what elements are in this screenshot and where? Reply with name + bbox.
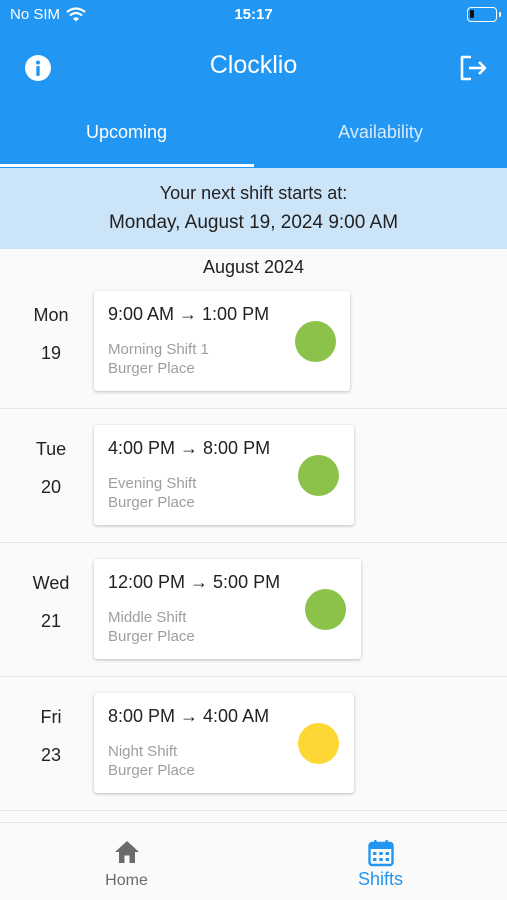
app-title: Clocklio bbox=[209, 51, 298, 79]
shift-day-number: 23 bbox=[40, 745, 62, 765]
tab-availability[interactable]: Availability bbox=[254, 122, 507, 143]
shift-row: Mon 19 9:00 AM → 1:00 PM Morning Shift 1… bbox=[0, 275, 507, 409]
next-shift-label: Your next shift starts at: bbox=[159, 183, 348, 203]
shift-time: 8:00 PM → 4:00 AM bbox=[108, 706, 270, 726]
status-time: 15:17 bbox=[234, 6, 273, 23]
app-header: No SIM 15:17 Clocklio Upcoming Availabil… bbox=[0, 0, 507, 168]
shift-time: 9:00 AM → 1:00 PM bbox=[108, 304, 270, 324]
shift-time: 4:00 PM → 8:00 PM bbox=[108, 438, 271, 458]
shift-day-number: 20 bbox=[40, 477, 62, 497]
shift-card[interactable]: 8:00 PM → 4:00 AM Night Shift Burger Pla… bbox=[94, 693, 354, 793]
bottom-navigation: Home Shifts bbox=[0, 822, 507, 900]
shift-place: Burger Place bbox=[108, 494, 195, 511]
nav-home[interactable]: Home bbox=[0, 823, 253, 900]
shift-place: Burger Place bbox=[108, 628, 195, 645]
logout-button[interactable] bbox=[457, 52, 489, 84]
battery-level bbox=[470, 10, 474, 18]
shift-status-indicator bbox=[295, 321, 336, 362]
shift-name: Morning Shift 1 bbox=[108, 341, 209, 358]
shift-card[interactable]: 9:00 AM → 1:00 PM Morning Shift 1 Burger… bbox=[94, 291, 350, 391]
shift-card[interactable]: 12:00 PM → 5:00 PM Middle Shift Burger P… bbox=[94, 559, 361, 659]
shift-day-number: 21 bbox=[40, 611, 62, 631]
logout-icon bbox=[460, 55, 487, 81]
shift-weekday: Tue bbox=[35, 439, 67, 459]
shift-row: Tue 20 4:00 PM → 8:00 PM Evening Shift B… bbox=[0, 409, 507, 543]
calendar-icon bbox=[367, 840, 394, 867]
tab-upcoming[interactable]: Upcoming bbox=[0, 122, 253, 143]
home-icon bbox=[114, 841, 139, 863]
next-shift-datetime: Monday, August 19, 2024 9:00 AM bbox=[108, 212, 399, 233]
shift-day-number: 19 bbox=[40, 343, 62, 363]
shift-row: Wed 21 12:00 PM → 5:00 PM Middle Shift B… bbox=[0, 543, 507, 677]
shift-weekday: Wed bbox=[32, 573, 70, 593]
shift-name: Evening Shift bbox=[108, 475, 197, 492]
active-tab-indicator bbox=[0, 164, 254, 167]
nav-shifts-label: Shifts bbox=[357, 869, 404, 889]
shift-row: Fri 23 8:00 PM → 4:00 AM Night Shift Bur… bbox=[0, 677, 507, 811]
shift-status-indicator bbox=[298, 723, 339, 764]
nav-shifts[interactable]: Shifts bbox=[254, 823, 507, 900]
shift-card[interactable]: 4:00 PM → 8:00 PM Evening Shift Burger P… bbox=[94, 425, 354, 525]
shift-place: Burger Place bbox=[108, 762, 195, 779]
next-shift-banner: Your next shift starts at: Monday, Augus… bbox=[0, 168, 507, 249]
shift-weekday: Fri bbox=[40, 707, 62, 727]
nav-home-icon-wrap bbox=[0, 839, 253, 865]
shift-weekday: Mon bbox=[33, 305, 69, 325]
shift-status-indicator bbox=[298, 455, 339, 496]
status-bar: No SIM 15:17 bbox=[0, 0, 507, 30]
shift-time: 12:00 PM → 5:00 PM bbox=[108, 572, 281, 592]
shift-name: Middle Shift bbox=[108, 609, 187, 626]
shift-name: Night Shift bbox=[108, 743, 178, 760]
nav-shifts-icon-wrap bbox=[254, 839, 507, 867]
battery-icon bbox=[467, 7, 501, 22]
shift-place: Burger Place bbox=[108, 360, 195, 377]
shift-status-indicator bbox=[305, 589, 346, 630]
nav-home-label: Home bbox=[105, 872, 148, 889]
